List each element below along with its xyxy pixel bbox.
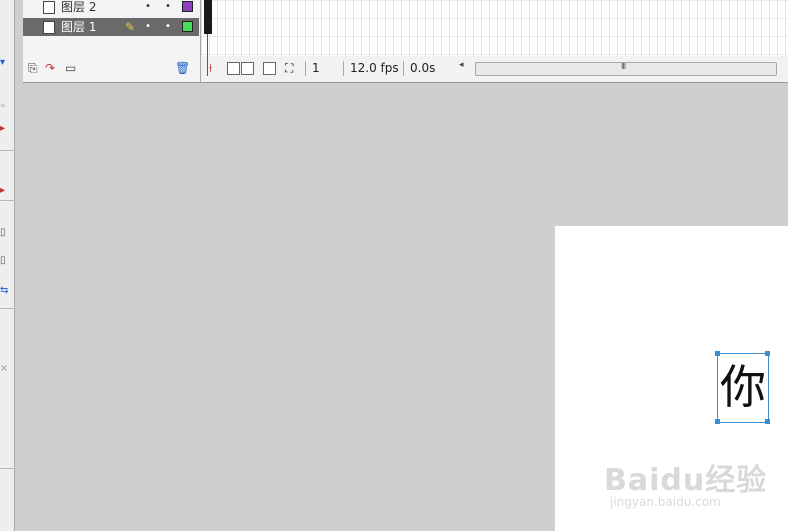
resize-handle[interactable] [715,419,720,424]
layer-name: 图层 1 [61,20,97,34]
tool-fragment-icon[interactable]: × [0,364,8,374]
modify-markers-icon[interactable]: ⛶ [285,61,293,76]
onion-skin-outline-icon[interactable] [241,62,254,75]
center-frame-icon[interactable]: ⍿ [209,61,212,76]
layer-row-1[interactable]: 图层 1 ✎ • • [23,18,199,36]
tool-fragment-icon[interactable]: ▯ [0,256,6,266]
edit-multiple-frames-icon[interactable] [263,62,276,75]
text-field[interactable]: 你 [719,355,767,419]
add-folder-icon[interactable]: ▭ [65,61,76,75]
tool-fragment-icon[interactable]: ◦ [0,102,6,112]
elapsed-time: 0.0s [403,61,446,76]
layer-name: 图层 2 [61,0,97,14]
watermark: Baidu经验 jingyan.baidu.com [604,455,788,515]
add-layer-icon[interactable]: ⎘ [28,61,38,75]
timeline-panel: 图层 2 • • 图层 1 ✎ • • ⎘ ↷ ▭ 🗑 ⍿ ⛶ 1 12.0 f… [23,0,788,83]
onion-skin-icon[interactable] [227,62,240,75]
visibility-dot-icon[interactable]: • [145,0,151,16]
layer-page-icon [43,21,55,34]
layer-outline-color[interactable] [182,21,193,32]
timeline-controls: ⍿ ⛶ 1 12.0 fps 0.0s ◂ III [201,58,788,80]
tools-divider [0,468,14,469]
tool-fragment-icon[interactable]: ▯ [0,228,6,238]
tool-fragment-icon[interactable]: ▸ [0,186,5,196]
add-guide-icon[interactable]: ↷ [45,61,55,75]
resize-handle[interactable] [765,419,770,424]
current-frame: 1 [305,61,340,76]
tool-fragment-icon[interactable]: ⇆ [0,286,8,296]
scroll-left-icon[interactable]: ◂ [459,60,464,70]
layer-row-2[interactable]: 图层 2 • • [23,0,199,16]
layer-controls: ⎘ ↷ ▭ 🗑 [23,58,199,80]
timeline-scrollbar[interactable]: III [475,62,777,76]
trash-icon[interactable]: 🗑 [175,61,190,75]
visibility-dot-icon[interactable]: • [145,18,151,36]
tool-fragment-icon[interactable]: ▾ [0,58,5,68]
layer-outline-color[interactable] [182,1,193,12]
frame-rate[interactable]: 12.0 fps [343,61,400,76]
layer-list: 图层 2 • • 图层 1 ✎ • • ⎘ ↷ ▭ 🗑 [23,0,201,82]
tools-divider [0,200,14,201]
lock-dot-icon[interactable]: • [165,0,171,16]
watermark-logo: Baidu经验 [604,463,768,498]
tools-divider [0,150,14,151]
tools-divider [0,308,14,309]
watermark-url: jingyan.baidu.com [610,495,721,509]
tool-fragment-icon[interactable]: ▸ [0,124,5,134]
tools-panel: ▾ ◦ ▸ ▸ ▯ ▯ ⇆ × [0,0,15,531]
frames-grid[interactable] [201,0,788,56]
playhead[interactable] [204,0,212,34]
layer-page-icon [43,1,55,14]
pencil-icon: ✎ [125,20,136,34]
lock-dot-icon[interactable]: • [165,18,171,36]
scroll-grip[interactable]: III [621,62,626,71]
